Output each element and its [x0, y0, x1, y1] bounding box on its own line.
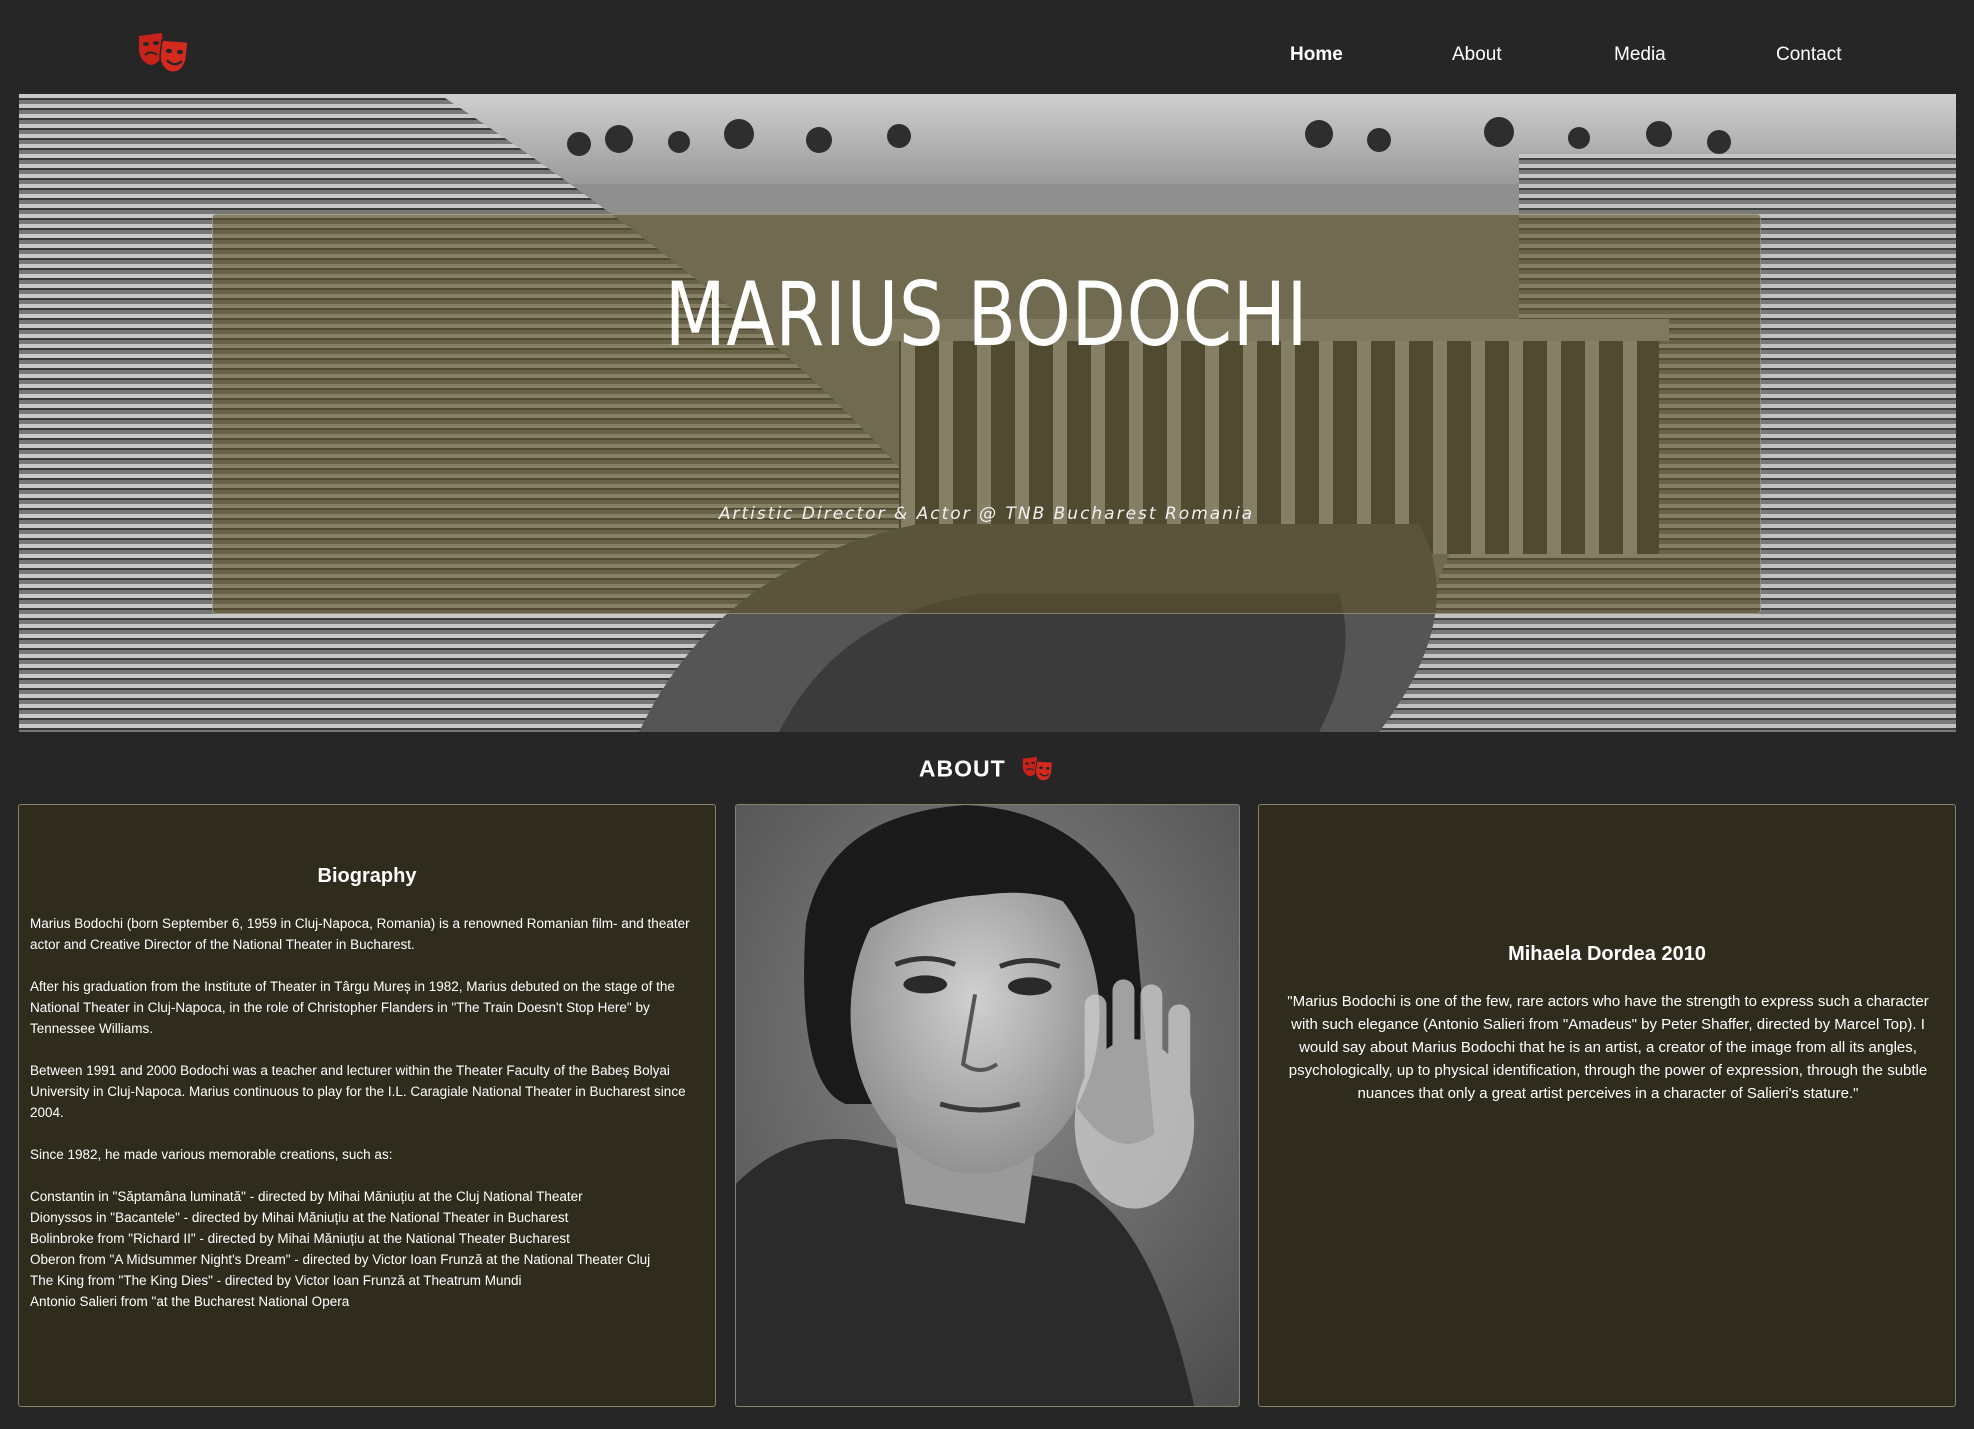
biography-paragraph: After his graduation from the Institute …	[30, 979, 675, 1036]
hero-overlay-box: MARIUS BODOCHI Artistic Director & Actor…	[212, 214, 1761, 614]
biography-text: Marius Bodochi (born September 6, 1959 i…	[30, 913, 710, 1312]
nav-home[interactable]: Home	[1290, 44, 1343, 66]
about-heading-text: ABOUT	[918, 755, 1006, 782]
roles-list: Constantin in "Săptamâna luminată" - dir…	[30, 1186, 710, 1312]
role-item: Constantin in "Săptamâna luminată" - dir…	[30, 1189, 583, 1204]
role-item: Dionyssos in "Bacantele" - directed by M…	[30, 1210, 569, 1225]
theater-masks-icon	[1022, 756, 1054, 782]
nav-media[interactable]: Media	[1614, 44, 1666, 66]
nav-about[interactable]: About	[1452, 44, 1502, 66]
nav-contact[interactable]: Contact	[1776, 44, 1841, 66]
hero-banner: MARIUS BODOCHI Artistic Director & Actor…	[19, 94, 1956, 732]
about-section-heading: ABOUT	[0, 754, 1974, 786]
role-item: Antonio Salieri from "at the Bucharest N…	[30, 1294, 350, 1309]
hero-title: MARIUS BODOCHI	[664, 263, 1309, 366]
hero-subtitle: Artistic Director & Actor @ TNB Buchares…	[718, 504, 1255, 524]
biography-paragraph: Between 1991 and 2000 Bodochi was a teac…	[30, 1063, 686, 1120]
theater-masks-icon[interactable]	[136, 30, 192, 76]
role-item: The King from "The King Dies" - directed…	[30, 1273, 522, 1288]
biography-paragraph: Since 1982, he made various memorable cr…	[30, 1147, 393, 1162]
biography-paragraph: Marius Bodochi (born September 6, 1959 i…	[30, 916, 690, 952]
portrait-photo	[735, 804, 1240, 1407]
role-item: Oberon from "A Midsummer Night's Dream" …	[30, 1252, 651, 1267]
quote-title: Mihaela Dordea 2010	[1508, 943, 1706, 965]
biography-card: Biography Marius Bodochi (born September…	[18, 804, 716, 1407]
role-item: Bolinbroke from "Richard II" - directed …	[30, 1231, 570, 1246]
quote-text: "Marius Bodochi is one of the few, rare …	[1287, 993, 1929, 1102]
biography-title: Biography	[317, 865, 417, 887]
navbar: Home About Media Contact	[0, 0, 1974, 94]
quote-card: Mihaela Dordea 2010 "Marius Bodochi is o…	[1258, 804, 1956, 1407]
